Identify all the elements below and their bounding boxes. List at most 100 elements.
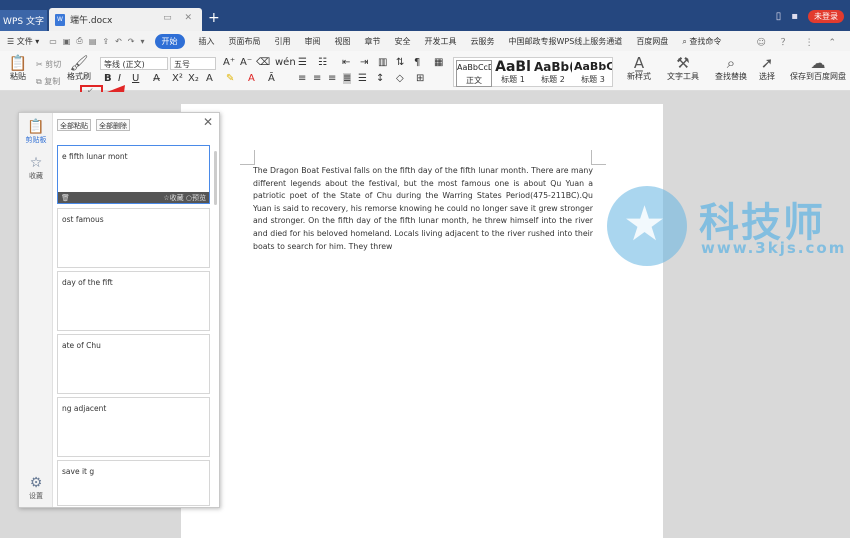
text-effect-icon[interactable]: A	[206, 73, 213, 84]
new-tab-button[interactable]: +	[208, 10, 220, 26]
tab-insert[interactable]: 插入	[199, 36, 215, 47]
print-preview-icon[interactable]: ▤	[89, 37, 97, 46]
underline-button[interactable]: U	[132, 73, 139, 84]
style-normal[interactable]: AaBbCcDd 正文	[456, 60, 492, 87]
sidebar-item-settings[interactable]: ⚙ 设置	[19, 475, 53, 501]
clipboard-item[interactable]: ost famous	[57, 208, 210, 268]
clear-format-icon[interactable]: ⌫	[256, 57, 270, 68]
skin-icon[interactable]: ▪	[791, 11, 798, 22]
shading-icon[interactable]: ◇	[396, 73, 404, 84]
document-tab[interactable]: W 端午.docx ▭ ✕	[49, 8, 202, 31]
tab-baidu[interactable]: 百度网盘	[636, 36, 668, 47]
window-icon[interactable]: ▯	[776, 11, 782, 22]
table-border-icon[interactable]: ▦	[434, 57, 443, 68]
bold-button[interactable]: B	[104, 73, 112, 84]
tab-page-layout[interactable]: 页面布局	[229, 36, 261, 47]
tab-security[interactable]: 安全	[395, 36, 411, 47]
clipboard-item-text: ng adjacent	[62, 404, 107, 413]
paste-all-button[interactable]: 全部粘贴	[57, 119, 91, 131]
copy-button[interactable]: ⧉ 复制	[36, 76, 60, 87]
save-icon[interactable]: ▣	[63, 37, 71, 46]
decrease-indent-icon[interactable]: ⇤	[342, 57, 350, 68]
clipboard-item[interactable]: save it g	[57, 460, 210, 506]
font-name-select[interactable]: 等线 (正文)	[100, 57, 168, 70]
increase-indent-icon[interactable]: ⇥	[360, 57, 368, 68]
clipboard-item[interactable]: day of the fift	[57, 271, 210, 331]
close-icon[interactable]: ✕	[203, 115, 213, 129]
clipboard-icon: 📋	[27, 119, 45, 135]
pinyin-icon[interactable]: wén	[275, 57, 296, 68]
cut-button[interactable]: ✂ 剪切	[36, 59, 61, 70]
tab-postal[interactable]: 中国邮政专报WPS线上服务通道	[509, 36, 623, 47]
print-icon[interactable]: ⎙	[76, 36, 82, 46]
delete-all-button[interactable]: 全部删除	[96, 119, 130, 131]
tab-home[interactable]: 开始	[154, 33, 185, 49]
login-button[interactable]: 未登录	[808, 10, 844, 23]
clipboard-sidebar: 📋 剪贴板 ☆ 收藏 ⚙ 设置	[19, 113, 53, 507]
align-center-icon[interactable]: ≡	[313, 73, 321, 84]
bullet-list-icon[interactable]: ☰	[298, 57, 307, 68]
subscript-icon[interactable]: X₂	[188, 73, 199, 84]
open-icon[interactable]: ▭	[49, 37, 57, 46]
find-replace-button[interactable]: ⌕ 查找替换	[712, 55, 750, 82]
highlight-icon[interactable]: ✎	[226, 73, 234, 84]
text-tools-button[interactable]: ⚒ 文字工具	[664, 55, 702, 82]
justify-icon[interactable]: ≣	[343, 73, 352, 84]
show-marks-icon[interactable]: ¶	[414, 57, 420, 68]
style-heading-2[interactable]: AaBb( 标题 2	[534, 60, 572, 85]
tab-close-icon[interactable]: ▭ ✕	[163, 13, 197, 23]
hamburger-icon[interactable]: ☰ 文件 ▾	[7, 36, 39, 47]
strikethrough-icon[interactable]: A̶	[153, 73, 160, 84]
clipboard-item[interactable]: ate of Chu	[57, 334, 210, 394]
trash-icon[interactable]: 🗑	[61, 194, 70, 202]
shrink-font-icon[interactable]: A⁻	[240, 57, 252, 68]
quick-dropdown-icon[interactable]: ▾	[140, 37, 144, 46]
tab-references[interactable]: 引用	[275, 36, 291, 47]
menubar-right-icons[interactable]: ☺ ？ ⋮ ⌃	[756, 35, 842, 48]
borders-icon[interactable]: ⊞	[416, 73, 424, 84]
document-tab-label: 端午.docx	[70, 16, 113, 26]
app-tab[interactable]: WPS 文字	[0, 10, 47, 31]
chinese-layout-icon[interactable]: ▥	[378, 57, 387, 68]
search-command[interactable]: ⌕ 查找命令	[682, 36, 721, 47]
superscript-icon[interactable]: X²	[172, 73, 183, 84]
tab-developer[interactable]: 开发工具	[425, 36, 457, 47]
sidebar-item-clipboard[interactable]: 📋 剪贴板	[19, 119, 53, 145]
clipboard-scrollbar[interactable]	[214, 151, 217, 205]
format-painter-button[interactable]: 🖌 格式刷	[66, 55, 92, 82]
margin-mark-tl	[240, 150, 255, 165]
favorite-item-button[interactable]: ☆收藏	[163, 194, 183, 202]
preview-item-button[interactable]: ○预览	[186, 194, 206, 202]
font-size-select[interactable]: 五号	[170, 57, 216, 70]
save-baidu-button[interactable]: ☁ 保存到百度网盘	[790, 55, 846, 82]
export-icon[interactable]: ⇪	[102, 37, 109, 46]
select-button[interactable]: ➚ 选择	[754, 55, 780, 82]
line-spacing-icon[interactable]: ↕	[376, 73, 384, 84]
italic-button[interactable]: I	[118, 73, 121, 84]
char-shading-icon[interactable]: Ā	[268, 73, 275, 84]
number-list-icon[interactable]: ☷	[318, 57, 327, 68]
sort-icon[interactable]: ⇅	[396, 57, 404, 68]
tab-view[interactable]: 视图	[335, 36, 351, 47]
document-body-text[interactable]: The Dragon Boat Festival falls on the fi…	[253, 165, 593, 253]
undo-icon[interactable]: ↶	[115, 37, 122, 46]
tab-chapter[interactable]: 章节	[365, 36, 381, 47]
clipboard-item[interactable]: ng adjacent	[57, 397, 210, 457]
grow-font-icon[interactable]: A⁺	[223, 57, 235, 68]
font-color-icon[interactable]: A	[248, 73, 255, 84]
style-heading-3[interactable]: AaBbC 标题 3	[574, 60, 612, 85]
paste-button[interactable]: 📋 粘贴	[6, 55, 30, 82]
redo-icon[interactable]: ↷	[128, 37, 135, 46]
tab-review[interactable]: 审阅	[305, 36, 321, 47]
margin-mark-tr	[591, 150, 606, 165]
clipboard-item-toolbar: 🗑 ☆收藏 ○预览	[58, 192, 209, 203]
align-right-icon[interactable]: ≡	[328, 73, 336, 84]
menu-file[interactable]: 文件	[17, 37, 33, 46]
new-style-button[interactable]: A̲ 新样式	[624, 55, 654, 82]
tab-cloud[interactable]: 云服务	[471, 36, 495, 47]
style-heading-1[interactable]: AaBl 标题 1	[494, 60, 532, 85]
distribute-icon[interactable]: ☰	[358, 73, 367, 84]
clipboard-item[interactable]: e fifth lunar mont 🗑 ☆收藏 ○预览	[57, 145, 210, 204]
align-left-icon[interactable]: ≡	[298, 73, 306, 84]
sidebar-item-favorites[interactable]: ☆ 收藏	[19, 155, 53, 181]
